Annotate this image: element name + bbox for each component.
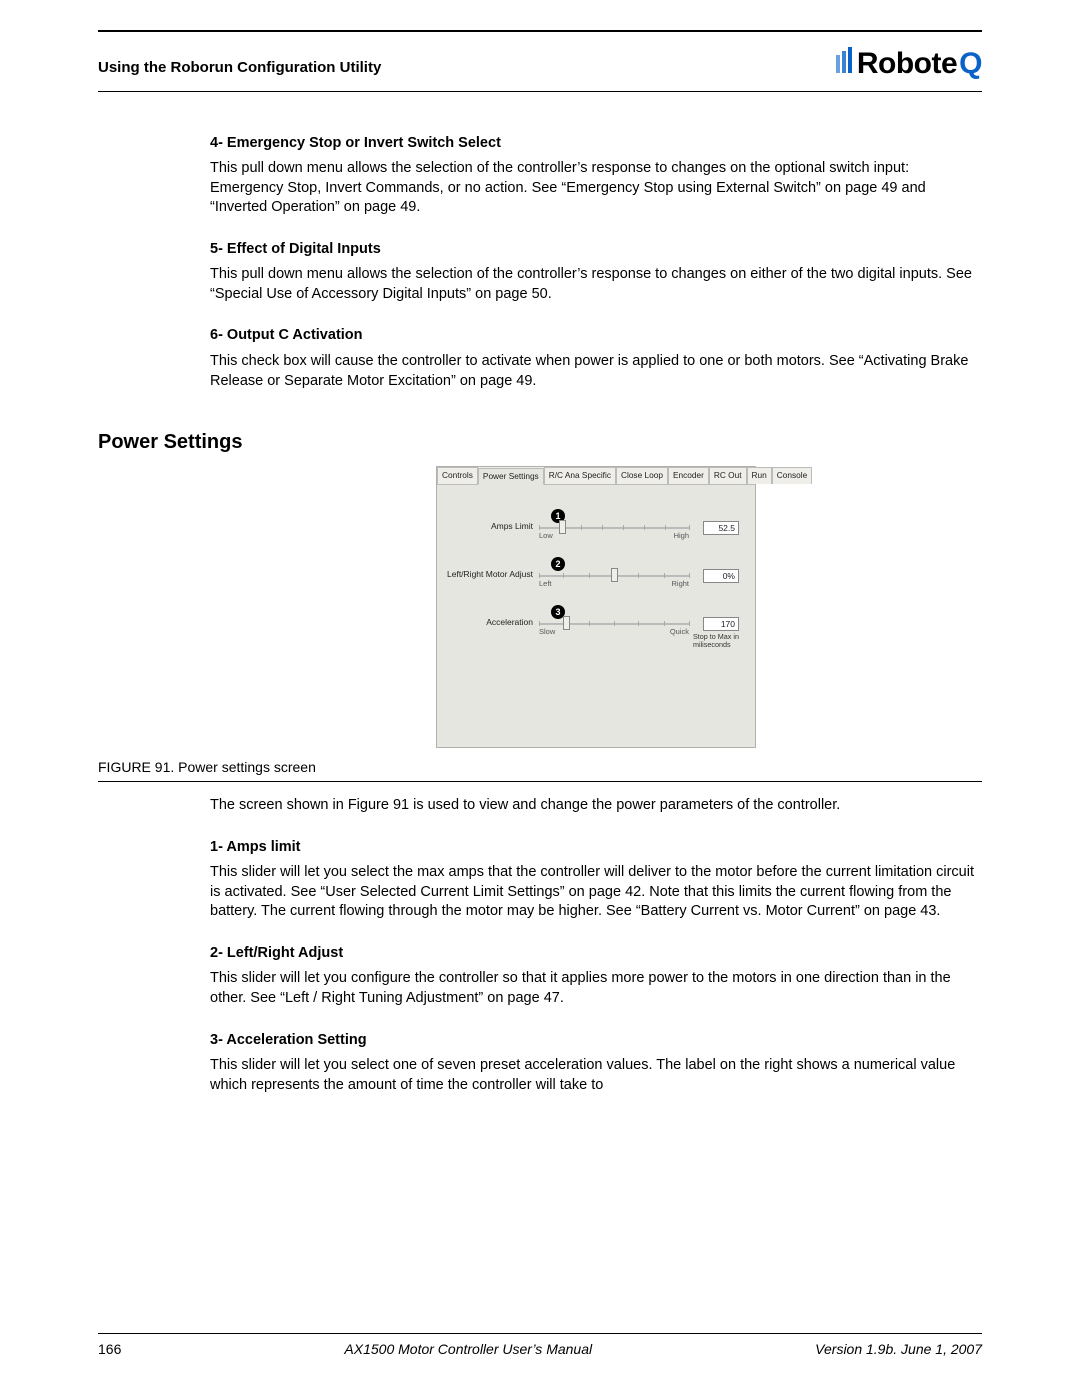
callout-2: 2 bbox=[551, 557, 565, 571]
tick-labels-amps: Low High bbox=[539, 531, 689, 541]
value-amps-limit: 52.5 bbox=[703, 521, 739, 535]
tab-run[interactable]: Run bbox=[747, 467, 772, 484]
heading-p1: 1- Amps limit bbox=[210, 838, 982, 858]
tick-labels-accel: Slow Quick bbox=[539, 627, 689, 637]
tick-right: High bbox=[674, 531, 689, 541]
value-acceleration: 170 bbox=[703, 617, 739, 631]
heading-4: 4- Emergency Stop or Invert Switch Selec… bbox=[210, 134, 982, 154]
tick-labels-lr: Left Right bbox=[539, 579, 689, 589]
post-figure-content: The screen shown in Figure 91 is used to… bbox=[210, 796, 982, 1095]
figure-block: Controls Power Settings R/C Ana Specific… bbox=[210, 466, 982, 748]
tick-right: Quick bbox=[670, 627, 689, 637]
panel: 1 Amps Limit Low High 52.5 2 Left/Right … bbox=[437, 485, 755, 741]
heading-6: 6- Output C Activation bbox=[210, 326, 982, 346]
brand-logo: RoboteQ bbox=[836, 44, 982, 85]
para-fig-intro: The screen shown in Figure 91 is used to… bbox=[210, 796, 982, 816]
caption-acceleration: Stop to Max in miliseconds bbox=[693, 633, 739, 648]
footer: 166 AX1500 Motor Controller User’s Manua… bbox=[98, 1333, 982, 1359]
page-number: 166 bbox=[98, 1340, 121, 1359]
figure-caption: FIGURE 91. Power settings screen bbox=[98, 758, 982, 777]
para-p2: This slider will let you configure the c… bbox=[210, 969, 982, 1008]
tab-console[interactable]: Console bbox=[772, 467, 812, 484]
para-p3: This slider will let you select one of s… bbox=[210, 1056, 982, 1095]
tab-encoder[interactable]: Encoder bbox=[668, 467, 709, 484]
tab-rc-out[interactable]: RC Out bbox=[709, 467, 747, 484]
tab-controls[interactable]: Controls bbox=[437, 467, 478, 484]
tick-right: Right bbox=[671, 579, 689, 589]
value-lr-adjust: 0% bbox=[703, 569, 739, 583]
manual-title: AX1500 Motor Controller User’s Manual bbox=[344, 1340, 592, 1359]
para-6: This check box will cause the controller… bbox=[210, 352, 982, 391]
top-rule bbox=[98, 30, 982, 32]
para-p1: This slider will let you select the max … bbox=[210, 863, 982, 922]
tab-close-loop[interactable]: Close Loop bbox=[616, 467, 668, 484]
tick-left: Low bbox=[539, 531, 553, 541]
brand-text: Robote bbox=[857, 44, 957, 85]
label-amps-limit: Amps Limit bbox=[447, 521, 533, 532]
heading-5: 5- Effect of Digital Inputs bbox=[210, 240, 982, 260]
tab-power-settings[interactable]: Power Settings bbox=[478, 468, 544, 485]
row-amps-limit: 1 Amps Limit Low High 52.5 bbox=[447, 511, 745, 553]
running-title: Using the Roborun Configuration Utility bbox=[98, 58, 381, 84]
label-acceleration: Acceleration bbox=[447, 617, 533, 628]
row-lr-adjust: 2 Left/Right Motor Adjust Left Right 0% bbox=[447, 559, 745, 601]
tab-rc-ana[interactable]: R/C Ana Specific bbox=[544, 467, 616, 484]
figure-rule bbox=[98, 781, 982, 782]
header: Using the Roborun Configuration Utility … bbox=[98, 44, 982, 91]
heading-p2: 2- Left/Right Adjust bbox=[210, 944, 982, 964]
version-date: Version 1.9b. June 1, 2007 bbox=[815, 1340, 982, 1359]
tick-left: Left bbox=[539, 579, 552, 589]
row-acceleration: 3 Acceleration Slow Quick 170 Stop to Ma… bbox=[447, 607, 745, 649]
label-lr-adjust: Left/Right Motor Adjust bbox=[447, 569, 533, 580]
heading-p3: 3- Acceleration Setting bbox=[210, 1031, 982, 1051]
body-content: 4- Emergency Stop or Invert Switch Selec… bbox=[210, 134, 982, 392]
logo-bars-icon bbox=[836, 47, 852, 73]
tick-left: Slow bbox=[539, 627, 555, 637]
header-underline bbox=[98, 91, 982, 92]
para-5: This pull down menu allows the selection… bbox=[210, 265, 982, 304]
tab-row: Controls Power Settings R/C Ana Specific… bbox=[437, 467, 755, 485]
brand-accent: Q bbox=[959, 44, 982, 85]
section-heading-power: Power Settings bbox=[98, 429, 982, 456]
para-4: This pull down menu allows the selection… bbox=[210, 159, 982, 218]
power-settings-window: Controls Power Settings R/C Ana Specific… bbox=[436, 466, 756, 748]
